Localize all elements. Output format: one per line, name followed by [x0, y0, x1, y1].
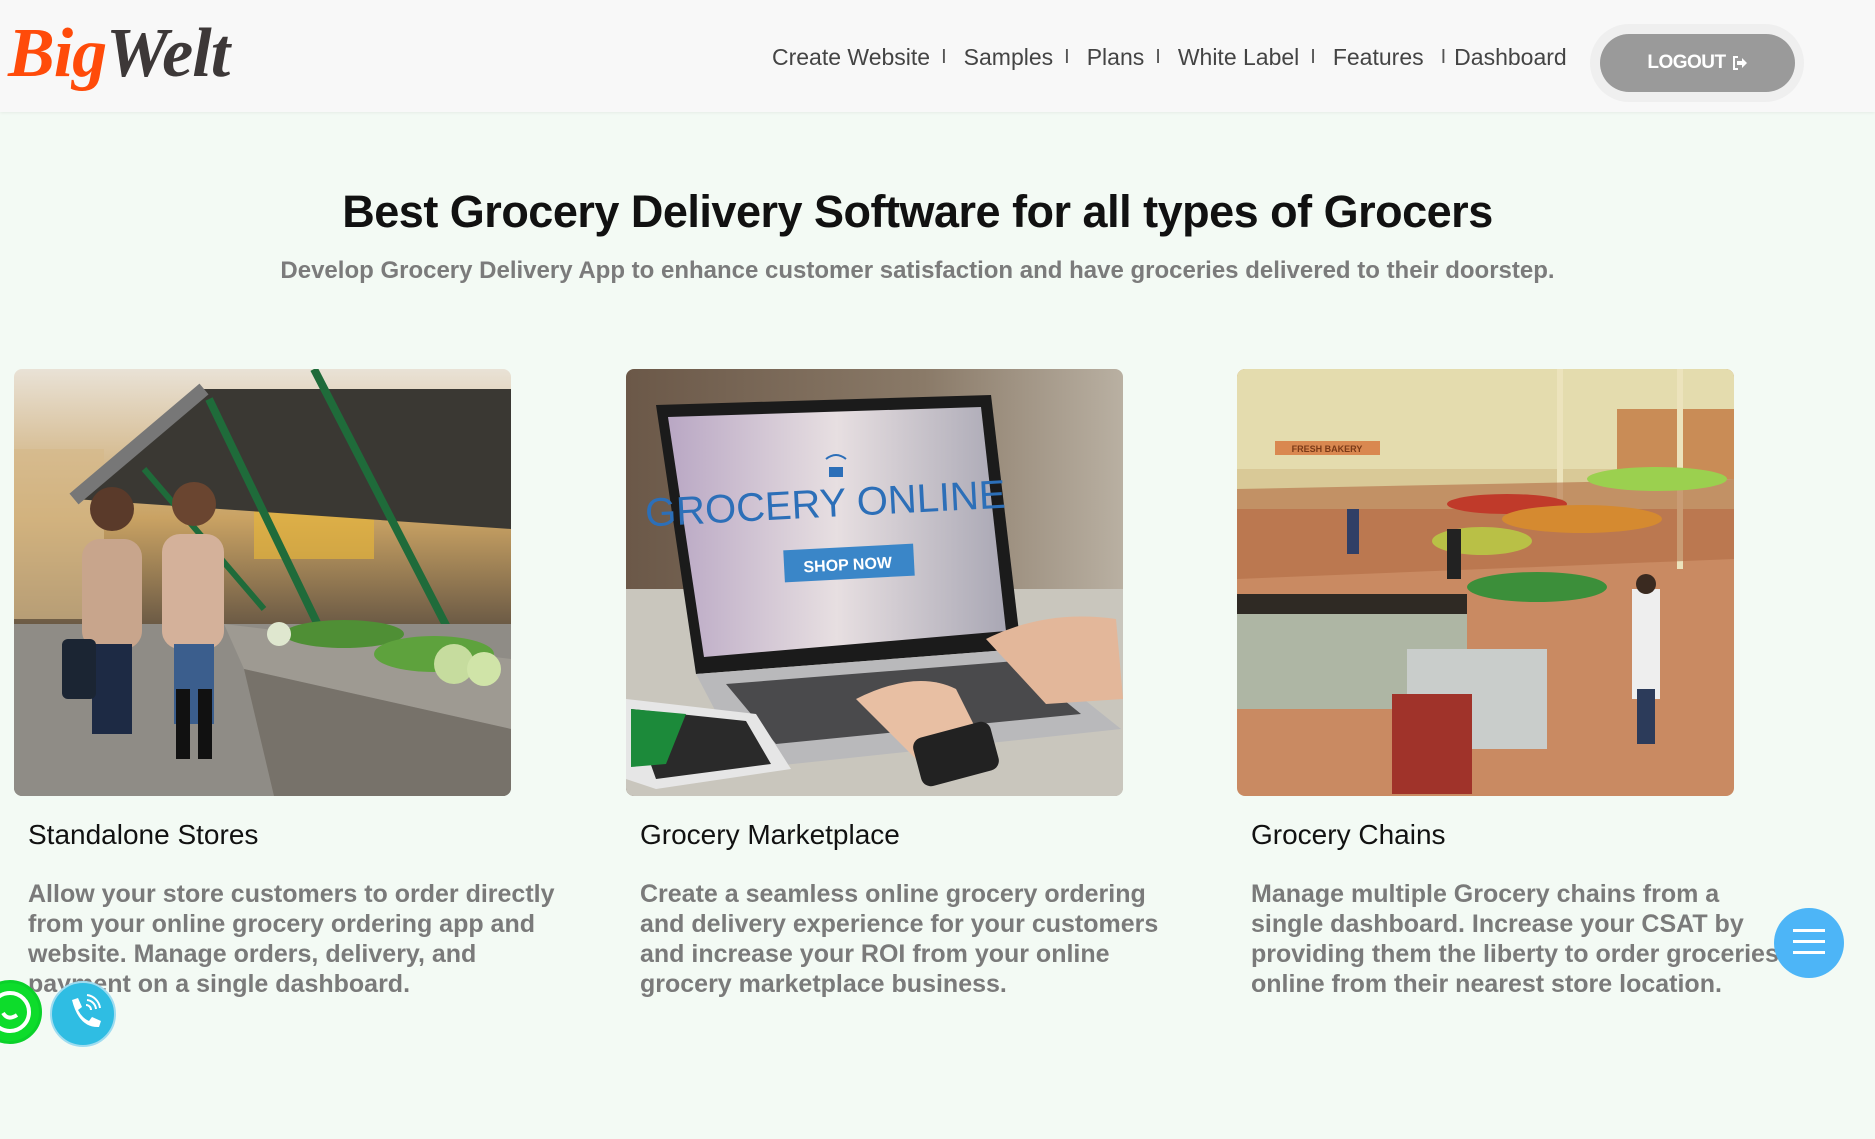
nav-dashboard[interactable]: Dashboard [1454, 44, 1567, 71]
logo-part-welt: Welt [106, 15, 230, 92]
logout-button[interactable]: LOGOUT [1600, 34, 1795, 92]
bigwelt-logo[interactable]: BigWelt [8, 14, 230, 94]
page-subtitle: Develop Grocery Delivery App to enhance … [280, 257, 1555, 284]
site-header: BigWelt Create Website I Samples I Plans… [0, 0, 1875, 112]
card-image-supermarket: FRESH BAKERY [1237, 369, 1734, 796]
page-title: Best Grocery Delivery Software for all t… [342, 186, 1493, 237]
hamburger-menu-icon [1793, 927, 1825, 960]
card-grocery-marketplace: GROCERY ONLINE SHOP NOW Grocery Marketpl… [626, 369, 1158, 998]
card-image-laptop: GROCERY ONLINE SHOP NOW [626, 369, 1123, 796]
nav-separator: I [1310, 45, 1316, 68]
nav-plans[interactable]: Plans [1087, 44, 1145, 71]
main-nav: Create Website I Samples I Plans I White… [772, 40, 1567, 74]
card-title: Grocery Chains [1251, 819, 1446, 850]
card-title: Standalone Stores [28, 819, 259, 850]
card-grocery-chains: FRESH BAKERY Grocery Chains Manage multi… [1237, 369, 1779, 998]
card-description: Manage multiple Grocery chains from a si… [1251, 880, 1779, 998]
nav-separator: I [941, 45, 947, 68]
card-description: Allow your store customers to order dire… [28, 880, 555, 998]
menu-button[interactable] [1774, 908, 1844, 978]
nav-white-label[interactable]: White Label [1178, 44, 1299, 71]
nav-separator: I [1064, 45, 1070, 68]
sign-out-icon [1732, 56, 1748, 70]
phone-icon [63, 992, 103, 1037]
logout-label: LOGOUT [1647, 52, 1726, 73]
card-image-market [14, 369, 511, 796]
card-title: Grocery Marketplace [640, 819, 900, 850]
card-standalone-stores: Standalone Stores Allow your store custo… [14, 369, 555, 998]
nav-create-website[interactable]: Create Website [772, 44, 930, 71]
logo-part-big: Big [8, 15, 107, 92]
fresh-bakery-sign: FRESH BAKERY [1292, 444, 1363, 454]
nav-separator: I [1440, 45, 1447, 68]
nav-separator: I [1155, 45, 1161, 68]
whatsapp-button[interactable] [0, 980, 42, 1044]
phone-call-button[interactable] [50, 981, 116, 1047]
card-description: Create a seamless online grocery orderin… [640, 880, 1159, 998]
nav-features[interactable]: Features [1333, 44, 1424, 71]
nav-samples[interactable]: Samples [964, 44, 1053, 71]
